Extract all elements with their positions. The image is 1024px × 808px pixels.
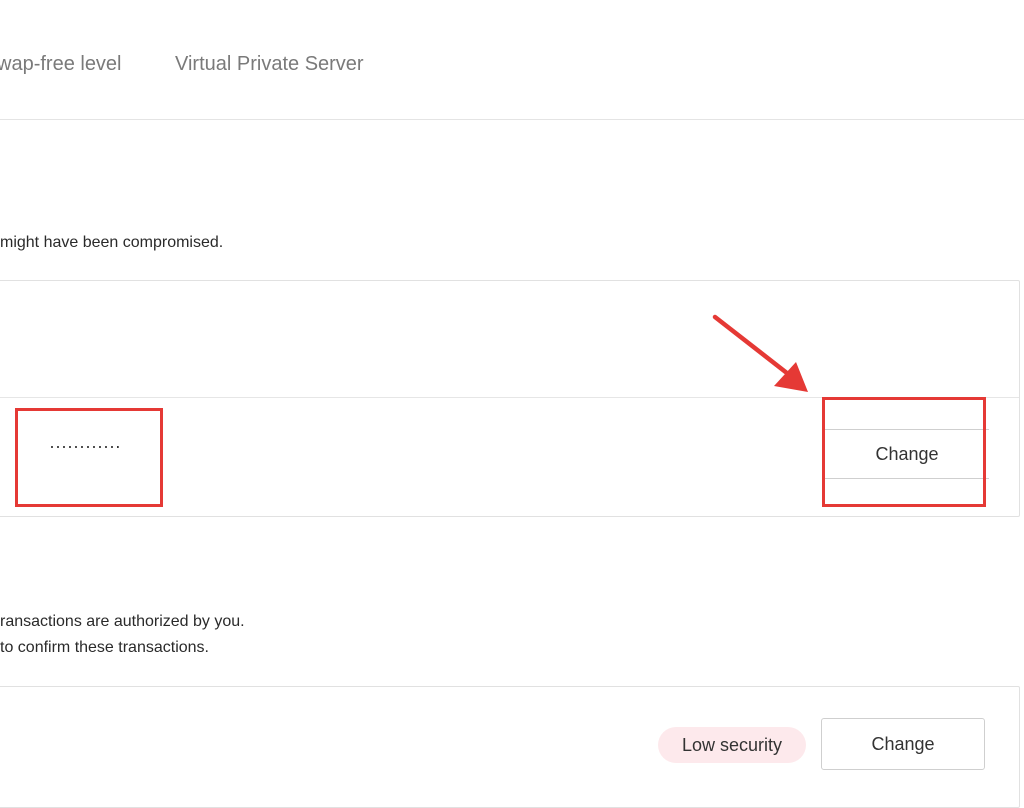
password-card: ············ (0, 280, 1020, 517)
change-transaction-security-button[interactable]: Change (821, 718, 985, 770)
password-masked-value: ············ (49, 436, 121, 456)
transaction-description-line-2: to confirm these transactions. (0, 639, 209, 656)
password-description: might have been compromised. (0, 234, 224, 251)
tabs-bar: wap-free level Virtual Private Server (0, 0, 1024, 120)
transaction-description-line-1: ransactions are authorized by you. (0, 613, 245, 630)
tab-virtual-private-server[interactable]: Virtual Private Server (175, 53, 364, 76)
security-level-badge: Low security (658, 727, 806, 763)
change-password-button[interactable]: Change (825, 429, 989, 479)
tab-swap-free-level[interactable]: wap-free level (0, 53, 122, 76)
card-divider (0, 397, 1019, 398)
